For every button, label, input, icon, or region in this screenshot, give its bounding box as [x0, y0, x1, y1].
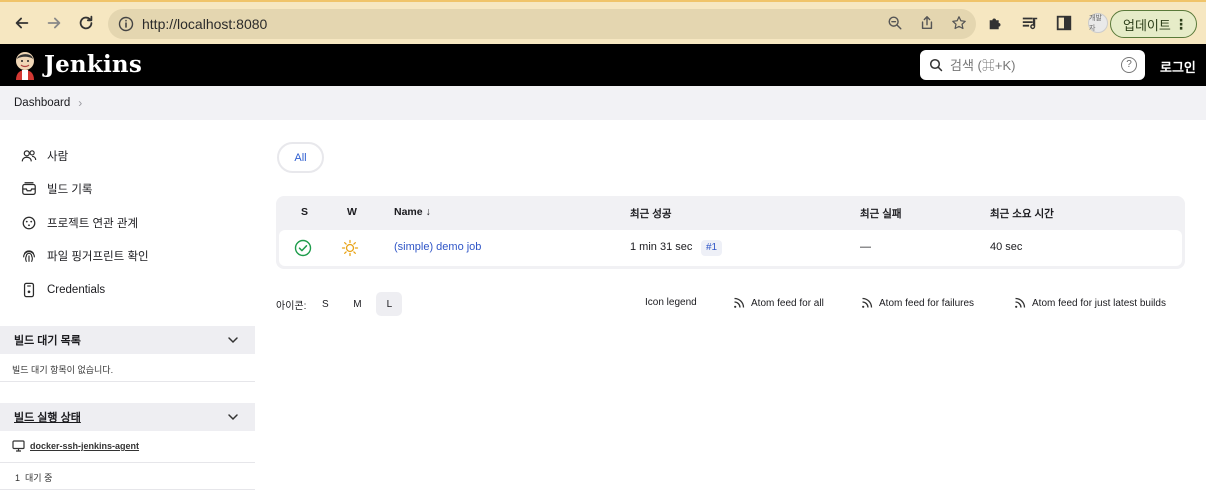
- last-failure-value: —: [860, 241, 871, 253]
- sidebar-item-build-history[interactable]: 빌드 기록: [20, 178, 93, 200]
- more-menu-icon[interactable]: ⋮: [1174, 17, 1188, 31]
- col-header-last-failure[interactable]: 최근 실패: [860, 206, 902, 221]
- last-duration-value: 40 sec: [990, 241, 1023, 253]
- atom-feed-all-link[interactable]: Atom feed for all: [733, 297, 824, 309]
- build-queue-title: 빌드 대기 목록: [14, 335, 81, 347]
- fingerprint-icon: [20, 247, 38, 265]
- atom-feed-failures-link[interactable]: Atom feed for failures: [861, 297, 974, 309]
- table-row: (simple) demo job 1 min 31 sec #1 — 40 s…: [279, 230, 1182, 266]
- agent-link[interactable]: docker-ssh-jenkins-agent: [30, 441, 139, 451]
- rss-feed-icon: [1015, 297, 1026, 308]
- credentials-icon: [20, 281, 38, 299]
- search-input[interactable]: [950, 55, 1110, 75]
- build-history-icon: [20, 180, 38, 198]
- chevron-down-icon[interactable]: [227, 334, 239, 346]
- col-header-last-success[interactable]: 최근 성공: [630, 206, 672, 221]
- last-success-time: 1 min 31 sec: [630, 241, 693, 253]
- sidebar: 사람 빌드 기록 프로젝트 연관 관계 파일 핑거프린트 확인 Credenti…: [0, 120, 256, 495]
- success-check-icon: [294, 239, 312, 257]
- login-link[interactable]: 로그인: [1160, 57, 1196, 76]
- extensions-puzzle-icon[interactable]: [986, 13, 1006, 33]
- jenkins-brand[interactable]: Jenkins: [44, 51, 142, 78]
- computer-icon: [12, 440, 25, 452]
- executors-title[interactable]: 빌드 실행 상태: [14, 409, 81, 425]
- atom-feed-all-label: Atom feed for all: [751, 297, 824, 309]
- sidebar-item-credentials[interactable]: Credentials: [20, 279, 105, 301]
- rss-feed-icon: [734, 297, 745, 308]
- atom-feed-latest-link[interactable]: Atom feed for just latest builds: [1014, 297, 1166, 309]
- bookmark-star-icon[interactable]: [950, 14, 968, 32]
- icon-legend-link[interactable]: Icon legend: [645, 297, 697, 308]
- url-text: http://localhost:8080: [142, 16, 268, 32]
- sunny-weather-icon: [341, 239, 359, 257]
- zoom-icon[interactable]: [886, 14, 904, 32]
- sidebar-item-label: 사람: [47, 151, 69, 163]
- jenkins-header: Jenkins ? 로그인: [0, 44, 1206, 86]
- back-arrow-icon[interactable]: [8, 9, 36, 37]
- col-header-weather[interactable]: W: [347, 206, 357, 218]
- chevron-right-icon[interactable]: ›: [78, 96, 82, 110]
- atom-feed-failures-label: Atom feed for failures: [879, 297, 975, 309]
- executors-header[interactable]: 빌드 실행 상태: [0, 403, 255, 431]
- update-label: 업데이트: [1123, 17, 1171, 33]
- icon-size-m[interactable]: M: [344, 292, 370, 316]
- breadcrumb-dashboard[interactable]: Dashboard: [14, 97, 70, 109]
- job-name-link[interactable]: (simple) demo job: [394, 241, 481, 253]
- jenkins-logo-icon[interactable]: [12, 50, 38, 80]
- executor-status-row: 1 대기 중: [0, 463, 255, 490]
- sidebar-item-fingerprint[interactable]: 파일 핑거프린트 확인: [20, 245, 149, 267]
- col-header-last-duration[interactable]: 최근 소요 시간: [990, 206, 1054, 221]
- search-icon: [929, 58, 943, 72]
- icon-legend-label: Icon legend: [645, 297, 697, 308]
- build-queue-panel: 빌드 대기 항목이 없습니다.: [0, 354, 255, 382]
- sidebar-item-people[interactable]: 사람: [20, 145, 68, 167]
- sidebar-item-label: 프로젝트 연관 관계: [47, 218, 139, 230]
- browser-toolbar: http://localhost:8080 개발자 업데이트 ⋮: [0, 0, 1206, 44]
- forward-arrow-icon[interactable]: [40, 9, 68, 37]
- icon-size-selector: 아이콘: S M L: [276, 292, 403, 316]
- atom-feed-latest-label: Atom feed for just latest builds: [1032, 297, 1166, 309]
- reload-icon[interactable]: [72, 9, 100, 37]
- tab-all[interactable]: All: [277, 142, 324, 173]
- search-box[interactable]: ?: [920, 50, 1145, 80]
- executor-agent-row: docker-ssh-jenkins-agent: [0, 431, 255, 463]
- site-info-icon[interactable]: [118, 16, 134, 32]
- executor-status: 1 대기 중: [15, 473, 53, 483]
- sidebar-item-label: Credentials: [47, 284, 106, 296]
- sidebar-item-label: 파일 핑거프린트 확인: [47, 251, 149, 263]
- side-panel-icon[interactable]: [1054, 13, 1074, 33]
- rss-feed-icon: [862, 297, 873, 308]
- sidebar-item-project-relationship[interactable]: 프로젝트 연관 관계: [20, 212, 138, 234]
- breadcrumb-bar: Dashboard ›: [0, 86, 1206, 120]
- jobs-table: S W Name ↓ 최근 성공 최근 실패 최근 소요 시간 (simple)…: [276, 196, 1185, 269]
- icon-size-s[interactable]: S: [312, 292, 338, 316]
- help-icon[interactable]: ?: [1121, 57, 1137, 73]
- build-number-link[interactable]: #1: [701, 240, 723, 256]
- breadcrumb: Dashboard ›: [14, 96, 82, 110]
- build-queue-empty: 빌드 대기 항목이 없습니다.: [12, 365, 114, 375]
- build-queue-header[interactable]: 빌드 대기 목록: [0, 326, 255, 354]
- col-header-name[interactable]: Name ↓: [394, 206, 431, 218]
- relationship-icon: [20, 214, 38, 232]
- sidebar-item-label: 빌드 기록: [47, 184, 93, 196]
- icon-size-label: 아이콘:: [276, 300, 307, 312]
- share-icon[interactable]: [918, 14, 936, 32]
- chevron-down-icon[interactable]: [227, 411, 239, 423]
- media-queue-icon[interactable]: [1020, 13, 1040, 33]
- icon-size-l[interactable]: L: [376, 292, 403, 316]
- people-icon: [20, 147, 38, 165]
- col-header-status[interactable]: S: [301, 206, 308, 218]
- profile-avatar[interactable]: 개발자: [1088, 13, 1108, 33]
- address-bar[interactable]: http://localhost:8080: [108, 9, 976, 39]
- browser-update-button[interactable]: 업데이트 ⋮: [1110, 10, 1197, 38]
